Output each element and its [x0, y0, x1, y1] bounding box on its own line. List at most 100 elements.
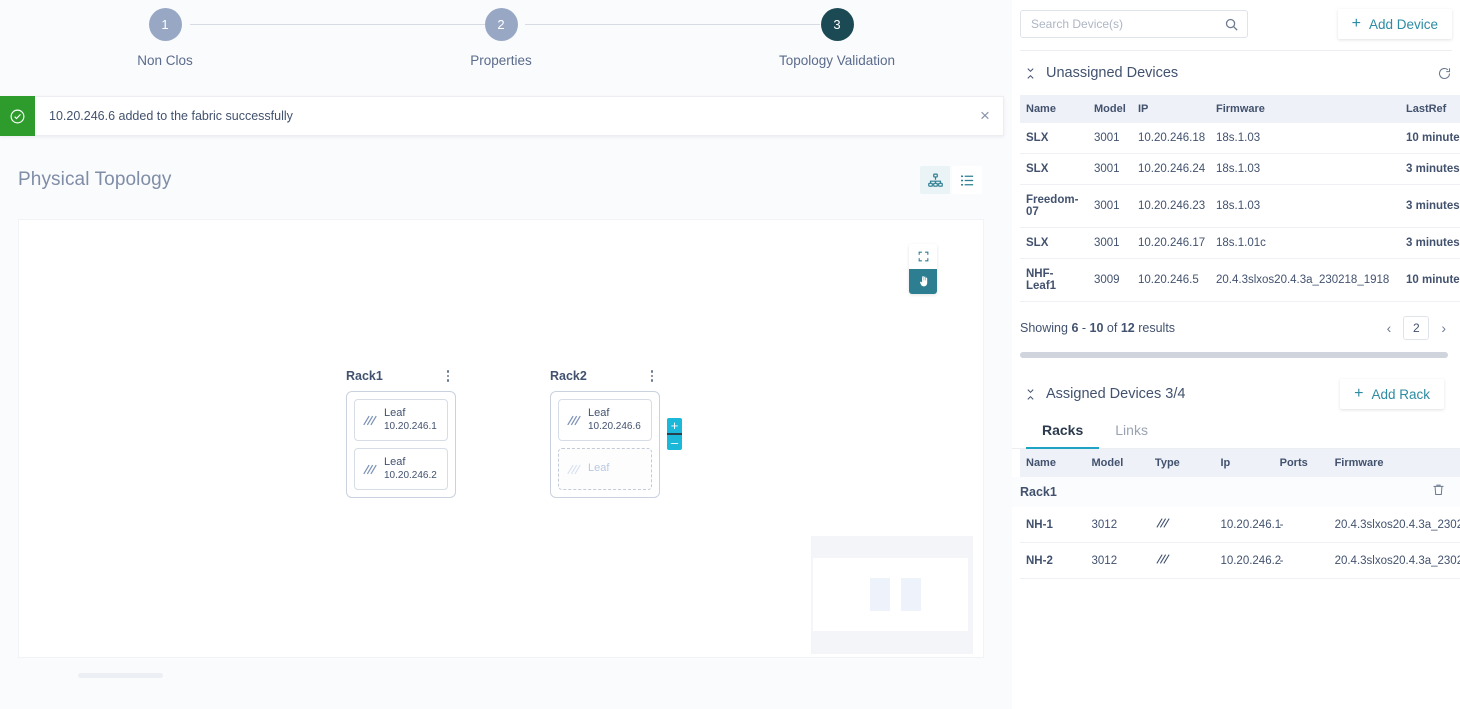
column-header-model[interactable]: Model: [1088, 95, 1132, 123]
rack-group-name: Rack1: [1020, 485, 1057, 499]
minimap-viewport[interactable]: [813, 558, 968, 631]
rack-1-menu-icon[interactable]: [440, 367, 456, 385]
column-header-firmware[interactable]: Firmware: [1210, 95, 1400, 123]
success-toast: 10.20.246.6 added to the fabric successf…: [0, 96, 1004, 136]
column-header-ip[interactable]: IP: [1132, 95, 1210, 123]
zoom-in-button[interactable]: +: [667, 418, 682, 433]
column-header-ip[interactable]: Ip: [1214, 449, 1274, 477]
unassigned-devices-table-wrap: Name Model IP Firmware LastRef SLX 3001 …: [1012, 95, 1460, 302]
search-icon[interactable]: [1224, 17, 1239, 37]
column-header-name[interactable]: Name: [1020, 95, 1088, 123]
table-row[interactable]: NH-2 3012 10.20.246.2 - 20.4.3slxos20.4.…: [1020, 542, 1460, 579]
tab-links[interactable]: Links: [1099, 416, 1164, 449]
assigned-devices-table: Name Model Type Ip Ports Firmware: [1020, 449, 1460, 477]
cell-lastref: 10 minutes: [1400, 123, 1460, 154]
unassigned-devices-header: Unassigned Devices: [1012, 51, 1460, 95]
rack-node-1[interactable]: Rack1 Leaf 10.20.246.1 Leaf 10.20.246.2: [346, 366, 456, 498]
topology-header: Physical Topology: [0, 150, 1012, 210]
cell-lastref: 3 minutes: [1400, 153, 1460, 185]
cell-lastref: 3 minutes: [1400, 184, 1460, 228]
canvas-horizontal-scrollbar[interactable]: [78, 673, 163, 678]
step-1-number: 1: [161, 17, 169, 32]
table-row[interactable]: SLX 3001 10.20.246.17 18s.1.01c 3 minute…: [1020, 227, 1460, 259]
refresh-icon[interactable]: [1437, 66, 1452, 81]
cell-name: Freedom-07: [1020, 184, 1088, 228]
add-device-button[interactable]: + Add Device: [1337, 9, 1452, 39]
topology-canvas[interactable]: Rack1 Leaf 10.20.246.1 Leaf 10.20.246.2 …: [18, 219, 984, 658]
plus-icon: +: [1351, 15, 1361, 32]
pagination-from: 6: [1071, 321, 1079, 335]
tab-racks[interactable]: Racks: [1026, 416, 1100, 449]
rack-2-menu-icon[interactable]: [644, 367, 660, 385]
device-slot-placeholder[interactable]: Leaf: [558, 448, 652, 490]
topology-icon[interactable]: [920, 166, 950, 194]
page-number-button[interactable]: 2: [1403, 316, 1430, 340]
chevron-right-icon[interactable]: ›: [1439, 320, 1448, 336]
table-row[interactable]: NHF-Leaf1 3009 10.20.246.5 20.4.3slxos20…: [1020, 258, 1460, 302]
rack-group-row[interactable]: Rack1: [1012, 477, 1460, 507]
table-row[interactable]: SLX 3001 10.20.246.24 18s.1.03 3 minutes: [1020, 153, 1460, 185]
close-icon[interactable]: ×: [967, 96, 1003, 136]
add-rack-button[interactable]: + Add Rack: [1340, 379, 1444, 409]
device-role: Leaf: [384, 406, 406, 419]
device-icon: [363, 415, 377, 425]
device-role: Leaf: [384, 455, 406, 468]
pagination-prefix: Showing: [1020, 321, 1068, 335]
add-device-label: Add Device: [1368, 16, 1438, 32]
right-pane: + Add Device Unassigned Devices: [1012, 0, 1460, 709]
device-icon: [1156, 518, 1170, 528]
table-header-row: Name Model Type Ip Ports Firmware: [1020, 449, 1460, 477]
search-input[interactable]: [1021, 17, 1247, 31]
pagination-of: of: [1106, 321, 1118, 335]
step-3[interactable]: 3 Topology Validation: [757, 8, 917, 68]
pagination-controls: ‹ 2 ›: [1385, 316, 1448, 340]
device-node[interactable]: Leaf 10.20.246.2: [354, 448, 448, 490]
cell-lastref: 10 minutes: [1400, 258, 1460, 302]
step-1-circle: 1: [148, 8, 182, 41]
chevron-left-icon[interactable]: ‹: [1385, 320, 1394, 336]
column-header-firmware[interactable]: Firmware: [1328, 449, 1460, 477]
assigned-devices-header: Assigned Devices 3/4 + Add Rack: [1012, 372, 1460, 416]
column-header-name[interactable]: Name: [1020, 449, 1086, 477]
column-header-type[interactable]: Type: [1148, 449, 1215, 477]
check-circle-icon: [0, 96, 35, 136]
hand-icon[interactable]: [909, 269, 937, 294]
zoom-out-button[interactable]: –: [667, 435, 682, 450]
cell-ip: 10.20.246.2: [1214, 542, 1281, 579]
rack-2-header: Rack2: [550, 366, 660, 386]
device-node[interactable]: Leaf 10.20.246.6: [558, 399, 652, 441]
column-header-ports[interactable]: Ports: [1273, 449, 1329, 477]
search-field[interactable]: [1020, 10, 1248, 38]
unassigned-table-horizontal-scrollbar[interactable]: [1020, 352, 1448, 358]
step-2[interactable]: 2 Properties: [421, 8, 581, 68]
column-header-lastref[interactable]: LastRef: [1400, 95, 1460, 123]
view-toggle: [920, 166, 982, 194]
unassigned-devices-title: Unassigned Devices: [1046, 65, 1179, 81]
cell-ip: 10.20.246.5: [1132, 258, 1210, 302]
step-3-label: Topology Validation: [778, 53, 896, 68]
fullscreen-icon[interactable]: [909, 244, 937, 269]
table-row[interactable]: SLX 3001 10.20.246.18 18s.1.03 10 minute…: [1020, 123, 1460, 154]
table-row[interactable]: NH-1 3012 10.20.246.1 - 20.4.3slxos20.4.…: [1020, 507, 1460, 543]
step-1[interactable]: 1 Non Clos: [85, 8, 245, 68]
cell-model: 3001: [1088, 184, 1132, 228]
collapse-vertical-icon[interactable]: [1020, 67, 1040, 80]
trash-icon[interactable]: [1431, 482, 1446, 502]
cell-ip: 10.20.246.24: [1132, 153, 1210, 185]
device-node[interactable]: Leaf 10.20.246.1: [354, 399, 448, 441]
collapse-vertical-icon[interactable]: [1020, 388, 1040, 401]
cell-name: SLX: [1020, 227, 1088, 259]
list-icon[interactable]: [952, 166, 982, 194]
column-header-model[interactable]: Model: [1085, 449, 1149, 477]
cell-ip: 10.20.246.17: [1132, 227, 1210, 259]
unassigned-devices-table: Name Model IP Firmware LastRef SLX 3001 …: [1020, 95, 1460, 302]
device-ip: 10.20.246.6: [588, 420, 641, 432]
cell-lastref: 3 minutes: [1400, 227, 1460, 259]
cell-firmware: 18s.1.03: [1210, 184, 1400, 228]
canvas-tools: [909, 244, 937, 294]
minimap[interactable]: [811, 536, 973, 654]
rack-node-2[interactable]: Rack2 Leaf 10.20.246.6 Leaf: [550, 366, 660, 498]
cell-model: 3001: [1088, 123, 1132, 154]
table-row[interactable]: Freedom-07 3001 10.20.246.23 18s.1.03 3 …: [1020, 184, 1460, 228]
left-pane: 1 Non Clos 2 Properties 3 Topology Valid…: [0, 0, 1012, 709]
